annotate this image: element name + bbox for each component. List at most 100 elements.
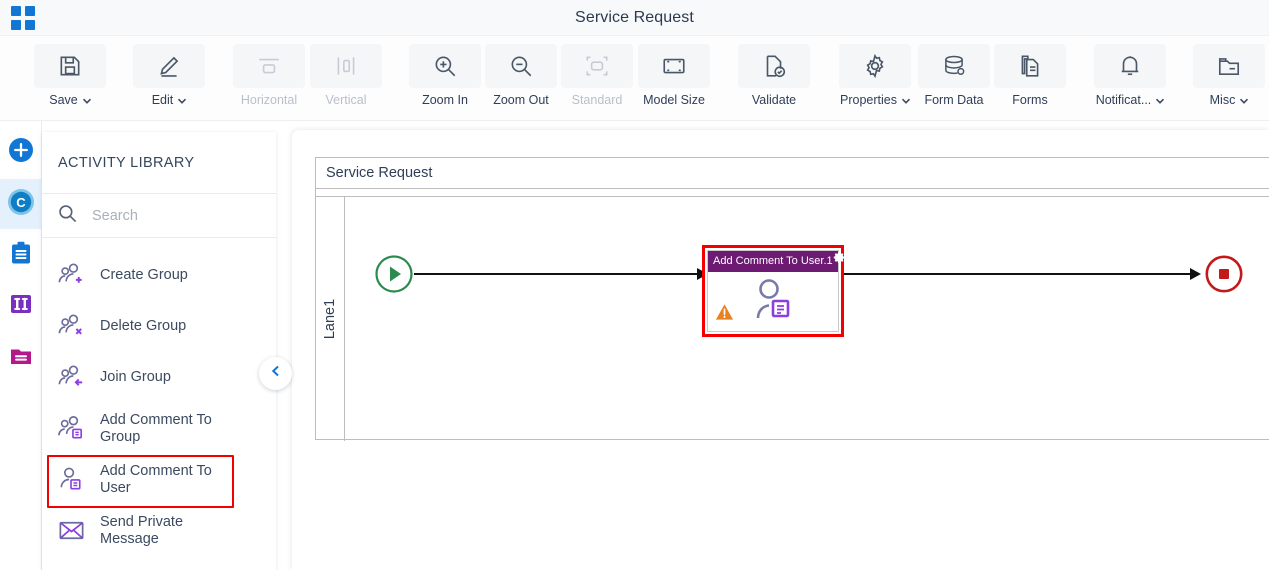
- toolbar-button-save[interactable]: Save: [33, 44, 107, 107]
- end-event-node[interactable]: [1204, 254, 1244, 299]
- toolbar-button-model-size[interactable]: Model Size: [637, 44, 711, 107]
- rail-item-add-new[interactable]: [0, 127, 42, 177]
- chevron-down-icon[interactable]: [1155, 96, 1165, 105]
- gear-icon[interactable]: [833, 251, 846, 272]
- activity-title: Add Comment To User.1: [713, 255, 833, 267]
- toolbar-button-properties[interactable]: Properties: [838, 44, 912, 107]
- lane-body[interactable]: Add Comment To User.1: [345, 197, 1269, 441]
- toolbar-label: Form Data: [924, 93, 984, 107]
- pool-gap: [316, 189, 1269, 196]
- end-stop-icon: [1204, 255, 1244, 298]
- clipboard-icon: [8, 240, 34, 271]
- toolbar-button-zoom-out[interactable]: Zoom Out: [484, 44, 558, 107]
- application-window: Service Request Save Edit Horizontal Ver…: [0, 0, 1269, 570]
- c-circle-icon: C: [7, 188, 35, 221]
- search-row[interactable]: [42, 194, 276, 238]
- zoom-out-icon: [485, 44, 557, 88]
- chevron-down-icon[interactable]: [901, 96, 911, 105]
- user-group-add-icon: [54, 259, 88, 293]
- toolbar-text: Misc: [1209, 93, 1236, 107]
- pool-name: Service Request: [316, 158, 1269, 189]
- envelope-message-icon: [54, 514, 88, 548]
- toolbar-label: Save: [49, 93, 91, 107]
- page-title: Service Request: [575, 9, 694, 26]
- toolbar-text: Edit: [151, 93, 174, 107]
- toolbar-label: Notificat...: [1096, 93, 1165, 107]
- chevron-down-icon[interactable]: [1239, 96, 1249, 105]
- left-icon-rail: C: [0, 121, 42, 570]
- align-horizontal-icon: [233, 44, 305, 88]
- rail-item-clipboard[interactable]: [0, 230, 42, 280]
- toolbar-button-vertical: Vertical: [309, 44, 383, 107]
- process-pool[interactable]: Service Request Lane1 Add Comment To Use…: [315, 157, 1269, 441]
- plus-circle-icon: [8, 137, 34, 168]
- activity-node-add-comment-to-user[interactable]: Add Comment To User.1: [702, 245, 845, 337]
- list-item[interactable]: Create Group: [42, 250, 276, 301]
- rail-item-columns[interactable]: [0, 281, 42, 331]
- toolbar-label: Zoom Out: [493, 93, 549, 107]
- collapse-panel-button[interactable]: [259, 357, 292, 390]
- swimlane[interactable]: Lane1 Add Comment To User.1: [316, 196, 1269, 441]
- user-group-delete-icon: [54, 310, 88, 344]
- chevron-down-icon[interactable]: [177, 96, 187, 105]
- bell-icon: [1094, 44, 1166, 88]
- toolbar-button-standard: Standard: [560, 44, 634, 107]
- columns-icon: [8, 291, 34, 322]
- chevron-down-icon[interactable]: [82, 96, 91, 105]
- list-item[interactable]: Join Group: [42, 352, 276, 403]
- list-item[interactable]: [42, 239, 276, 250]
- align-vertical-icon: [310, 44, 382, 88]
- toolbar-button-notifications[interactable]: Notificat...: [1093, 44, 1167, 107]
- toolbar-button-validate[interactable]: Validate: [737, 44, 811, 107]
- toolbar-label: Edit: [152, 93, 187, 107]
- warning-triangle-icon[interactable]: [715, 303, 734, 326]
- forms-doc-icon: [994, 44, 1066, 88]
- user-group-join-icon: [54, 361, 88, 395]
- gear-icon: [839, 44, 911, 88]
- search-input[interactable]: [92, 207, 242, 224]
- toolbar-text: Save: [49, 93, 78, 107]
- toolbar-text: Properties: [840, 93, 897, 107]
- toolbar-label: Misc: [1210, 93, 1249, 107]
- user-comment-icon: [747, 276, 799, 331]
- user-comment-icon: [54, 463, 88, 497]
- zoom-in-icon: [409, 44, 481, 88]
- activity-list[interactable]: Create Group Delete Group Join Group Add…: [42, 239, 276, 570]
- database-icon: [918, 44, 990, 88]
- list-item[interactable]: Delete Group: [42, 301, 276, 352]
- toolbar-button-horizontal: Horizontal: [232, 44, 306, 107]
- toolbar-label: Properties: [840, 93, 911, 107]
- toolbar-button-misc[interactable]: Misc: [1192, 44, 1266, 107]
- list-item-label: Add Comment To Group: [100, 411, 212, 445]
- folder-misc-icon: [1193, 44, 1265, 88]
- diagram-canvas[interactable]: Service Request Lane1 Add Comment To Use…: [292, 130, 1269, 570]
- toolbar-button-form-data[interactable]: Form Data: [917, 44, 991, 107]
- toolbar-label: Vertical: [325, 93, 367, 107]
- comment-bubble-icon: [54, 239, 88, 250]
- activity-inner: Add Comment To User.1: [707, 250, 845, 332]
- toolbar-button-edit[interactable]: Edit: [132, 44, 206, 107]
- panel-title: ACTIVITY LIBRARY: [42, 132, 276, 194]
- list-item-add-comment-to-user[interactable]: Add Comment To User: [42, 454, 276, 508]
- activity-header: Add Comment To User.1: [708, 251, 845, 272]
- start-event-node[interactable]: [374, 254, 414, 299]
- sequence-flow-2[interactable]: [844, 273, 1192, 275]
- model-size-icon: [638, 44, 710, 88]
- user-group-comment-icon: [54, 412, 88, 446]
- sequence-flow-1[interactable]: [414, 273, 700, 275]
- list-item[interactable]: Add Comment To Group: [42, 403, 276, 454]
- rail-item-folder[interactable]: [0, 333, 42, 383]
- standard-size-icon: [561, 44, 633, 88]
- list-item-label: Send Private Message: [100, 513, 184, 547]
- toolbar-button-forms[interactable]: Forms: [993, 44, 1067, 107]
- toolbar-text: Notificat...: [1095, 93, 1152, 107]
- list-item[interactable]: Send Private Message: [42, 505, 276, 556]
- rail-item-components[interactable]: C: [0, 179, 42, 229]
- save-floppy-icon: [34, 44, 106, 88]
- folder-icon: [8, 343, 34, 374]
- toolbar-label: Horizontal: [240, 93, 298, 107]
- pencil-edit-icon: [133, 44, 205, 88]
- search-icon: [57, 203, 78, 229]
- toolbar-label: Forms: [1012, 93, 1048, 107]
- toolbar-button-zoom-in[interactable]: Zoom In: [408, 44, 482, 107]
